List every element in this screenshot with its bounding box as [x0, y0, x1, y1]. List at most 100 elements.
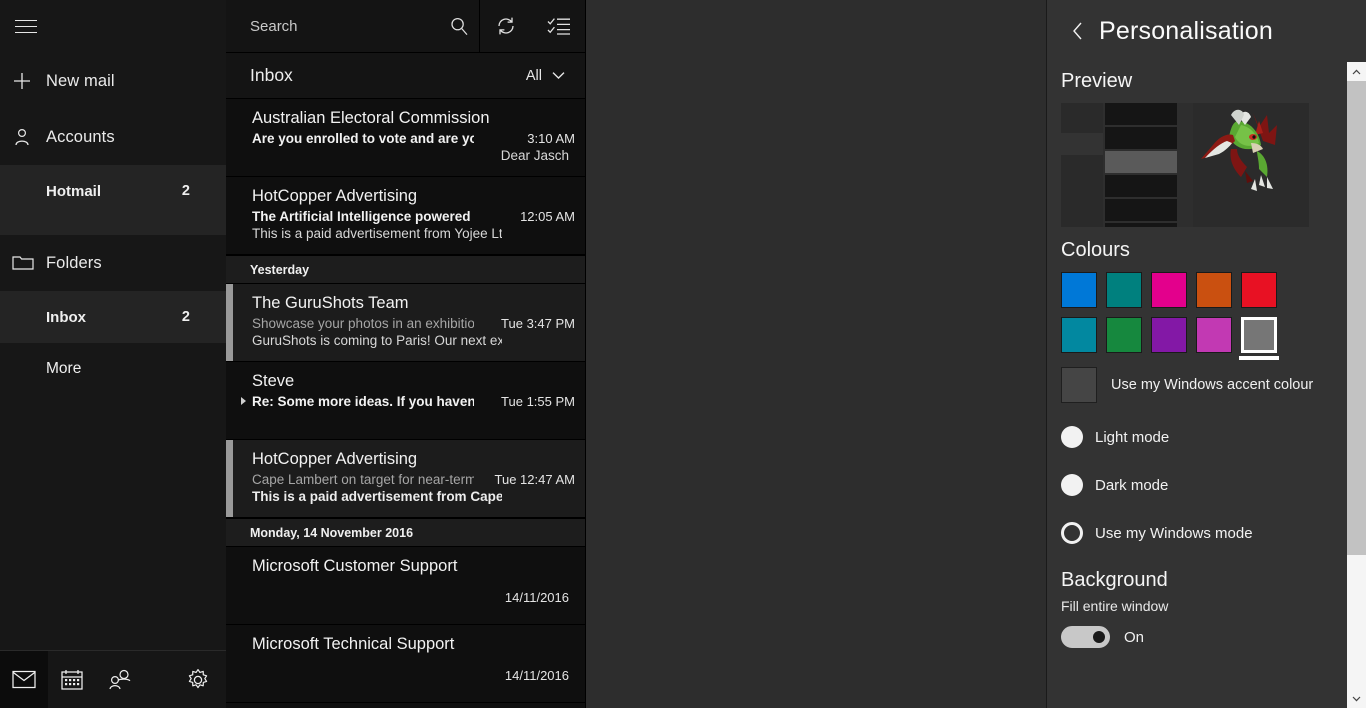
list-item[interactable]: The GuruShots Team Showcase your photos …: [226, 284, 585, 362]
message-subject: Are you enrolled to vote and are your de…: [252, 131, 474, 146]
folders-button[interactable]: Folders: [0, 235, 226, 291]
colour-swatch[interactable]: [1241, 272, 1277, 308]
message-preview: GuruShots is coming to Paris! Our next e…: [252, 333, 502, 348]
mode-option-light[interactable]: Light mode: [1061, 413, 1347, 461]
colour-swatch[interactable]: [1196, 317, 1232, 353]
settings-gear-icon[interactable]: [174, 651, 222, 708]
list-item[interactable]: Steve Re: Some more ideas. If you haven'…: [226, 362, 585, 440]
fill-entire-window-label: Fill entire window: [1061, 598, 1169, 614]
message-sender: Microsoft Customer Support: [252, 557, 458, 575]
inbox-header: Inbox All: [226, 53, 585, 99]
personalisation-body: Preview Colours Use my Windows accent co…: [1047, 62, 1347, 708]
new-mail-label: New mail: [46, 71, 115, 90]
colour-swatch[interactable]: [1106, 317, 1142, 353]
fill-entire-window-row: On: [1061, 626, 1347, 648]
list-item[interactable]: Microsoft Technical Support 14/11/2016: [226, 625, 585, 703]
preview-message-rows: [1105, 103, 1177, 227]
hamburger-icon[interactable]: [12, 13, 40, 41]
message-scroll-area[interactable]: Australian Electoral Commission Are you …: [226, 99, 585, 708]
list-item[interactable]: Australian Electoral Commission Are you …: [226, 99, 585, 177]
colour-swatch[interactable]: [1061, 317, 1097, 353]
hotmail-label: Hotmail: [46, 182, 102, 200]
conversation-expander-icon[interactable]: [240, 396, 247, 408]
message-sender: The GuruShots Team: [252, 294, 409, 312]
page-title: Personalisation: [1099, 16, 1273, 45]
colour-swatch-row-1: [1061, 272, 1347, 308]
calendar-icon[interactable]: [48, 651, 96, 708]
radio-icon: [1061, 474, 1083, 496]
scroll-up-icon[interactable]: [1347, 62, 1366, 81]
sidebar-item-hotmail[interactable]: Hotmail 2: [0, 165, 226, 217]
hotmail-count: 2: [181, 183, 190, 199]
colour-swatch[interactable]: [1196, 272, 1232, 308]
folder-icon: [12, 254, 46, 272]
mode-option-windows[interactable]: Use my Windows mode: [1061, 509, 1347, 557]
filter-dropdown[interactable]: All: [526, 68, 565, 84]
colour-swatch[interactable]: [1106, 272, 1142, 308]
hamburger-row: [0, 0, 226, 53]
message-sender: Microsoft Technical Support: [252, 635, 455, 653]
colour-swatch[interactable]: [1061, 272, 1097, 308]
message-preview: This is a paid advertisement from Yojee …: [252, 226, 502, 241]
personalisation-pane: Personalisation Preview Colours Use my W…: [1046, 0, 1366, 708]
colour-swatch[interactable]: [1151, 317, 1187, 353]
message-subject: The Artificial Intelligence powered logi…: [252, 209, 474, 224]
message-time: Tue 1:55 PM: [501, 394, 575, 409]
accounts-group: Hotmail 2: [0, 165, 226, 235]
scroll-down-icon[interactable]: [1347, 689, 1366, 708]
sidebar-item-more[interactable]: More: [0, 343, 226, 395]
mode-label: Use my Windows mode: [1095, 524, 1253, 542]
inbox-title: Inbox: [250, 65, 293, 85]
mode-label: Light mode: [1095, 428, 1170, 446]
preview-section-title: Preview: [1061, 70, 1133, 92]
chevron-left-icon[interactable]: [1061, 14, 1095, 48]
more-label: More: [46, 360, 82, 377]
accent-colour-swatch: [1061, 367, 1097, 403]
colours-section-title: Colours: [1061, 239, 1130, 261]
sync-icon[interactable]: [480, 0, 533, 52]
people-icon[interactable]: [96, 651, 144, 708]
scrollbar-track[interactable]: [1347, 81, 1366, 689]
message-list-pane: Inbox All Australian Electoral Commissio…: [226, 0, 586, 708]
preview-background-image: [1193, 103, 1309, 227]
filter-label: All: [525, 67, 542, 84]
selection-accent-bar: [226, 284, 233, 361]
mode-option-dark[interactable]: Dark mode: [1061, 461, 1347, 509]
message-time: Tue 12:47 AM: [494, 472, 575, 487]
colour-swatch[interactable]: [1151, 272, 1187, 308]
colour-swatch-row-2: [1061, 317, 1347, 360]
selection-accent-bar: [226, 440, 233, 517]
message-time: 12:05 AM: [520, 209, 575, 224]
group-header: Yesterday: [226, 255, 585, 284]
message-sender: HotCopper Advertising: [252, 187, 418, 205]
message-time: Tue 3:47 PM: [501, 316, 575, 331]
windows-accent-option[interactable]: Use my Windows accent colour: [1061, 367, 1347, 403]
mail-icon[interactable]: [0, 650, 48, 708]
mode-label: Dark mode: [1095, 476, 1169, 494]
search-box[interactable]: [226, 0, 480, 52]
select-mode-icon[interactable]: [532, 0, 585, 52]
person-icon: [12, 127, 46, 147]
chevron-down-icon: [552, 68, 565, 84]
list-item[interactable]: HotCopper Advertising Cape Lambert on ta…: [226, 440, 585, 518]
message-subject: Re: Some more ideas. If you haven't alre: [252, 394, 474, 409]
message-subject: Showcase your photos in an exhibition in: [252, 316, 474, 331]
search-input[interactable]: [250, 17, 449, 35]
accounts-label: Accounts: [46, 127, 115, 146]
settings-scrollbar[interactable]: [1347, 62, 1366, 708]
sidebar-item-inbox[interactable]: Inbox 2: [0, 291, 226, 343]
colour-swatch-selected[interactable]: [1239, 317, 1279, 360]
fill-window-toggle[interactable]: [1061, 626, 1110, 648]
group-header: Monday, 14 November 2016: [226, 518, 585, 547]
search-icon[interactable]: [449, 16, 469, 36]
message-date: 14/11/2016: [504, 590, 569, 605]
radio-selected-icon: [1061, 522, 1083, 544]
list-item[interactable]: Microsoft Customer Support 14/11/2016: [226, 547, 585, 625]
message-sender: HotCopper Advertising: [252, 450, 418, 468]
new-mail-button[interactable]: New mail: [0, 53, 226, 109]
mail-app-window: New mail Accounts Hotmail 2 Folders Inbo…: [0, 0, 1366, 708]
list-item[interactable]: HotCopper Advertising The Artificial Int…: [226, 177, 585, 255]
message-preview: This is a paid advertisement from Cape L: [252, 489, 502, 504]
scrollbar-thumb[interactable]: [1347, 81, 1366, 556]
accounts-button[interactable]: Accounts: [0, 109, 226, 165]
